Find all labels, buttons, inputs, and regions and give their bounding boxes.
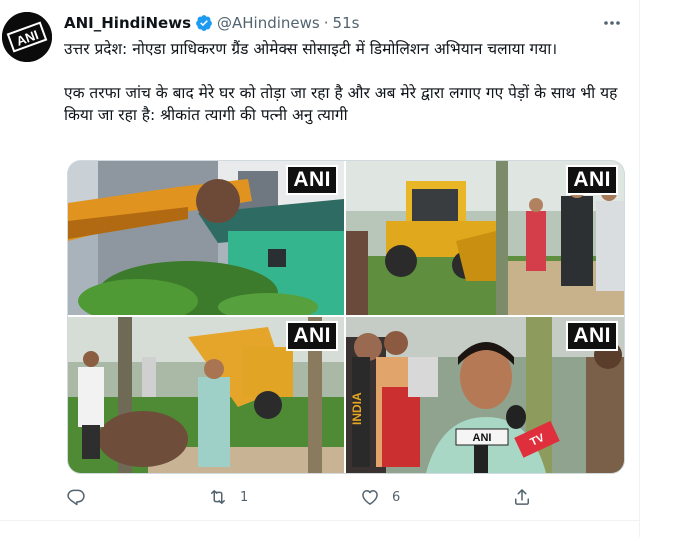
ani-watermark: ANI: [566, 165, 618, 195]
handle[interactable]: @AHindinews: [217, 14, 320, 32]
mic-india-label: INDIA: [350, 392, 364, 425]
like-count: 6: [392, 489, 401, 505]
ani-logo-icon: ANI: [2, 12, 52, 62]
tweet-actions: 1 6: [64, 484, 544, 510]
share-icon: [515, 489, 529, 505]
ani-watermark: ANI: [566, 321, 618, 351]
verified-badge-icon: [195, 14, 213, 32]
tweet-text: उत्तर प्रदेश: नोएडा प्राधिकरण ग्रैंड ओमे…: [64, 40, 618, 124]
photo-4[interactable]: INDIA ANI TV ANI: [346, 317, 624, 473]
retweet-icon: [211, 490, 225, 504]
tweet-header: ANI_HindiNews @AHindinews · 51s: [64, 12, 359, 34]
share-button[interactable]: [512, 484, 532, 510]
retweet-button[interactable]: 1: [208, 484, 248, 510]
ani-watermark: ANI: [286, 165, 338, 195]
heart-icon: [362, 490, 378, 505]
photo-3[interactable]: ANI: [68, 317, 344, 473]
tweet-divider: [0, 520, 639, 521]
ani-watermark: ANI: [286, 321, 338, 351]
reply-icon: [67, 489, 85, 506]
more-options-icon[interactable]: [601, 12, 623, 34]
avatar[interactable]: ANI: [2, 12, 52, 62]
timestamp[interactable]: 51s: [333, 14, 360, 32]
tweet[interactable]: ANI ANI_HindiNews @AHindinews · 51s उत्त…: [0, 0, 639, 537]
photo-2[interactable]: ANI: [346, 161, 624, 315]
mic-ani-label: ANI: [473, 432, 492, 444]
media-grid: ANI ANI ANI INDIA ANI TV ANI: [67, 160, 625, 474]
like-button[interactable]: 6: [360, 484, 400, 510]
retweet-count: 1: [240, 489, 249, 505]
photo-1[interactable]: ANI: [68, 161, 344, 315]
timeline-border: [639, 0, 640, 537]
separator: ·: [323, 14, 329, 32]
display-name[interactable]: ANI_HindiNews: [64, 14, 191, 32]
reply-button[interactable]: [66, 484, 98, 510]
